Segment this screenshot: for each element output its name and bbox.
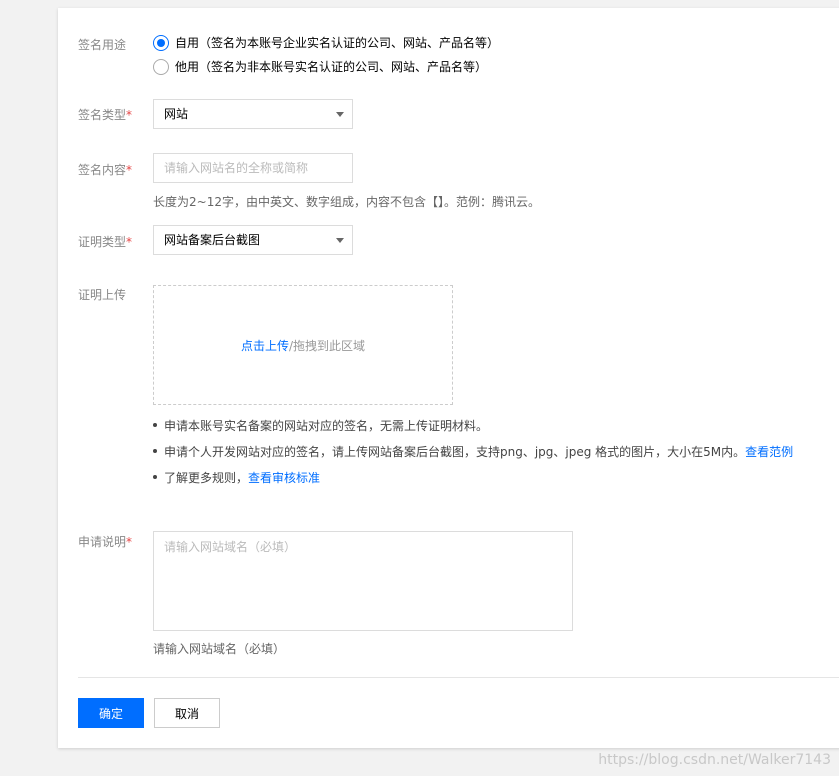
radio-self-use[interactable]: 自用（签名为本账号企业实名认证的公司、网站、产品名等） xyxy=(153,34,499,51)
sign-content-label: 签名内容* xyxy=(78,163,133,177)
bullet-dot-icon xyxy=(153,475,157,479)
upload-dropzone[interactable]: 点击上传/拖拽到此区域 xyxy=(153,285,453,405)
apply-desc-label: 申请说明* xyxy=(78,535,133,549)
upload-note: 申请本账号实名备案的网站对应的签名，无需上传证明材料。 xyxy=(153,412,793,438)
chevron-down-icon xyxy=(336,112,344,117)
radio-unselected-icon[interactable] xyxy=(153,58,169,75)
view-review-standard-link[interactable]: 查看审核标准 xyxy=(248,469,320,486)
view-example-link[interactable]: 查看范例 xyxy=(745,443,793,460)
bullet-dot-icon xyxy=(153,423,157,427)
radio-self-use-label: 自用（签名为本账号企业实名认证的公司、网站、产品名等） xyxy=(175,36,500,50)
proof-type-value: 网站备案后台截图 xyxy=(164,233,261,247)
apply-desc-hint: 请输入网站域名（必填） xyxy=(153,642,286,656)
usage-label: 签名用途 xyxy=(78,38,127,52)
sign-type-value: 网站 xyxy=(164,107,189,121)
upload-note: 了解更多规则， 查看审核标准 xyxy=(153,464,793,490)
chevron-down-icon xyxy=(336,238,344,243)
apply-desc-textarea[interactable] xyxy=(153,531,573,631)
radio-other-use[interactable]: 他用（签名为非本账号实名认证的公司、网站、产品名等） xyxy=(153,58,487,75)
cancel-button[interactable]: 取消 xyxy=(154,698,220,728)
bullet-dot-icon xyxy=(153,449,157,453)
proof-type-label: 证明类型* xyxy=(78,235,133,249)
radio-other-use-label: 他用（签名为非本账号实名认证的公司、网站、产品名等） xyxy=(175,60,488,74)
form-card: 签名用途 自用（签名为本账号企业实名认证的公司、网站、产品名等） 他用（签名为非… xyxy=(58,8,839,748)
sign-type-label: 签名类型* xyxy=(78,108,133,122)
upload-note: 申请个人开发网站对应的签名，请上传网站备案后台截图，支持png、jpg、jpeg… xyxy=(153,438,793,464)
proof-upload-label: 证明上传 xyxy=(78,288,127,302)
upload-click-link[interactable]: 点击上传 xyxy=(241,337,289,354)
confirm-button[interactable]: 确定 xyxy=(78,698,144,728)
sign-content-input[interactable] xyxy=(153,153,353,183)
upload-notes: 申请本账号实名备案的网站对应的签名，无需上传证明材料。 申请个人开发网站对应的签… xyxy=(153,412,793,490)
proof-type-select[interactable]: 网站备案后台截图 xyxy=(153,225,353,255)
radio-selected-icon[interactable] xyxy=(153,34,169,51)
watermark-text: https://blog.csdn.net/Walker7143 xyxy=(598,752,831,768)
upload-drag-text: /拖拽到此区域 xyxy=(288,338,366,353)
sign-type-select[interactable]: 网站 xyxy=(153,99,353,129)
sign-content-hint: 长度为2~12字，由中英文、数字组成，内容不包含【】。范例：腾讯云。 xyxy=(153,195,540,209)
footer-divider xyxy=(78,677,839,678)
